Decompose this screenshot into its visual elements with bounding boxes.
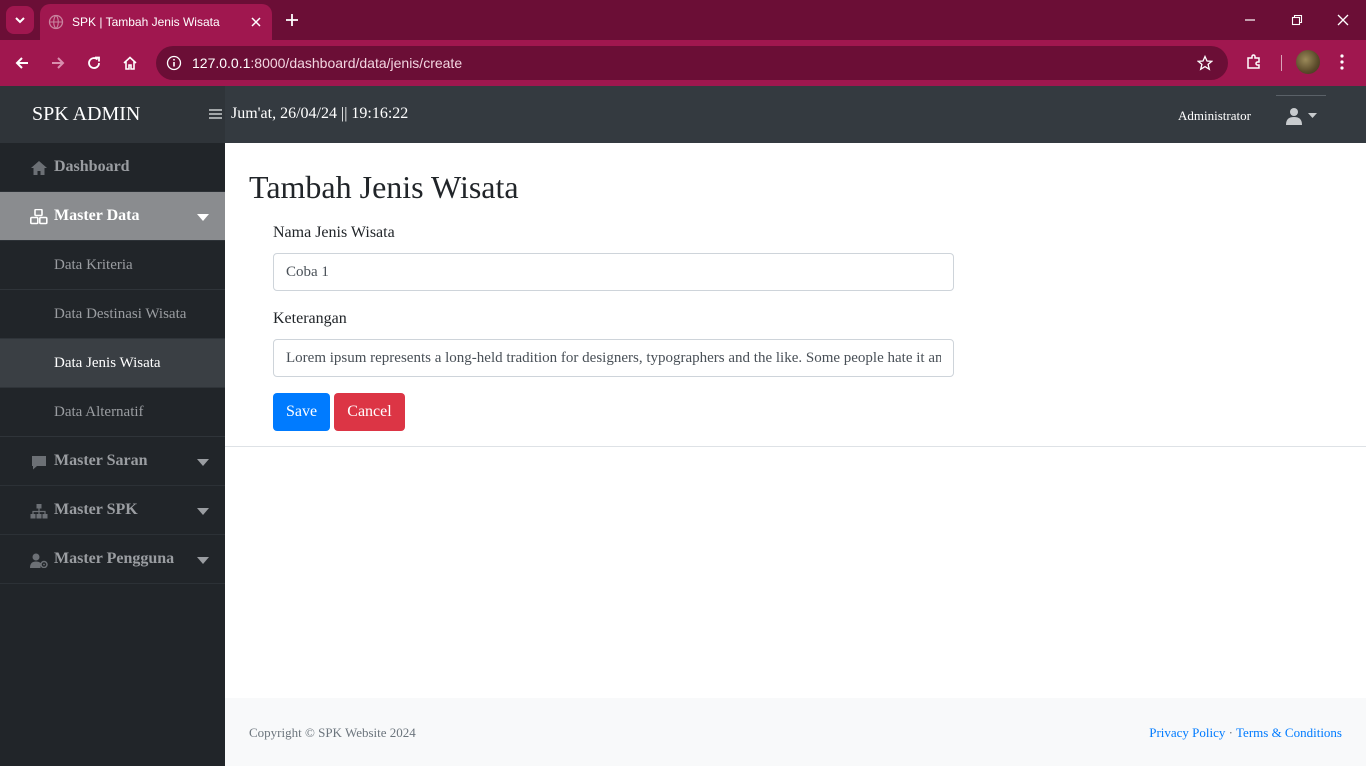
sidebar-item-label: Master Data (54, 207, 140, 224)
user-gear-icon (30, 551, 48, 569)
keterangan-input[interactable] (273, 339, 954, 377)
new-tab-plus-icon[interactable] (280, 8, 304, 32)
tab-close-icon[interactable] (246, 12, 266, 32)
home-icon[interactable] (116, 49, 144, 77)
brand-logo[interactable]: SPK ADMIN (0, 86, 225, 143)
chevron-down-icon (15, 17, 25, 24)
sidebar-item-label: Master Saran (54, 452, 148, 469)
site-info-icon[interactable] (164, 53, 184, 73)
caret-down-icon (196, 457, 210, 467)
minimize-icon[interactable] (1238, 8, 1262, 32)
footer-link-separator: · (1228, 725, 1233, 740)
tab-title: SPK | Tambah Jenis Wisata (72, 15, 220, 29)
extensions-puzzle-icon[interactable] (1242, 50, 1266, 74)
save-button[interactable]: Save (273, 393, 330, 431)
sidebar-item-master-saran[interactable]: Master Saran (0, 437, 225, 486)
home-icon (30, 159, 48, 177)
datetime-display: Jum'at, 26/04/24 || 19:16:22 (231, 105, 409, 122)
caret-down-icon (196, 506, 210, 516)
caret-down-icon (196, 555, 210, 565)
profile-avatar[interactable] (1296, 50, 1320, 74)
main-content: Tambah Jenis Wisata Nama Jenis Wisata Ke… (225, 143, 1366, 766)
navbar-username: Administrator (1178, 108, 1251, 123)
copyright-text: Copyright © SPK Website 2024 (249, 725, 416, 740)
sitemap-icon (30, 502, 48, 520)
footer-links: Privacy Policy · Terms & Conditions (1149, 725, 1342, 741)
comment-icon (30, 453, 48, 471)
url-host: 127.0.0.1 (192, 55, 251, 71)
browser-tab-strip: SPK | Tambah Jenis Wisata (0, 0, 1366, 40)
forward-arrow-icon[interactable] (44, 49, 72, 77)
caret-down-icon (196, 212, 210, 222)
url-text: 127.0.0.1:8000/dashboard/data/jenis/crea… (192, 55, 462, 71)
sidebar-item-label: Master Pengguna (54, 550, 175, 567)
sidebar-subitem-label: Data Kriteria (54, 256, 133, 273)
terms-conditions-link[interactable]: Terms & Conditions (1236, 725, 1342, 740)
toolbar-separator (1281, 55, 1282, 71)
sidebar-item-master-data[interactable]: Master Data (0, 192, 225, 241)
sidebar-subitem-label: Data Destinasi Wisata (54, 305, 187, 322)
cancel-button[interactable]: Cancel (334, 393, 405, 431)
sidebar-subitem-data-jenis-wisata[interactable]: Data Jenis Wisata (0, 339, 225, 388)
globe-favicon-icon (48, 14, 64, 30)
content-divider (225, 446, 1366, 447)
sidebar-subitem-label: Data Alternatif (54, 403, 144, 420)
footer: Copyright © SPK Website 2024 Privacy Pol… (225, 698, 1366, 766)
sidebar-subitem-data-kriteria[interactable]: Data Kriteria (0, 241, 225, 290)
address-bar[interactable]: 127.0.0.1:8000/dashboard/data/jenis/crea… (156, 46, 1228, 80)
sidebar-subitem-label: Data Jenis Wisata (54, 354, 161, 371)
sidebar-toggle-bars-icon[interactable] (207, 106, 223, 122)
close-window-icon[interactable] (1331, 8, 1355, 32)
sidebar: Dashboard Master Data Data Kriteria Data… (0, 143, 225, 766)
user-dropdown[interactable] (1276, 95, 1326, 135)
sidebar-item-master-pengguna[interactable]: Master Pengguna (0, 535, 225, 584)
url-path: :8000/dashboard/data/jenis/create (250, 55, 463, 71)
kebab-menu-icon[interactable] (1332, 50, 1352, 74)
user-icon (1285, 107, 1302, 125)
sidebar-item-label: Dashboard (54, 158, 130, 175)
sidebar-subitem-data-alternatif[interactable]: Data Alternatif (0, 388, 225, 437)
keterangan-field-label: Keterangan (273, 310, 347, 327)
back-arrow-icon[interactable] (8, 49, 36, 77)
restore-icon[interactable] (1285, 8, 1309, 32)
page-title: Tambah Jenis Wisata (249, 169, 519, 205)
browser-toolbar: 127.0.0.1:8000/dashboard/data/jenis/crea… (0, 40, 1366, 86)
cubes-icon (30, 208, 48, 226)
app-navbar: SPK ADMIN Jum'at, 26/04/24 || 19:16:22 A… (0, 86, 1366, 143)
bookmark-star-icon[interactable] (1194, 52, 1216, 74)
reload-icon[interactable] (80, 49, 108, 77)
caret-down-icon (1307, 112, 1317, 118)
name-field-label: Nama Jenis Wisata (273, 224, 395, 241)
tab-search-button[interactable] (6, 6, 34, 34)
sidebar-subitem-data-destinasi-wisata[interactable]: Data Destinasi Wisata (0, 290, 225, 339)
sidebar-item-master-spk[interactable]: Master SPK (0, 486, 225, 535)
sidebar-item-dashboard[interactable]: Dashboard (0, 143, 225, 192)
jenis-wisata-name-input[interactable] (273, 253, 954, 291)
privacy-policy-link[interactable]: Privacy Policy (1149, 725, 1225, 740)
sidebar-item-label: Master SPK (54, 501, 138, 518)
browser-tab-active[interactable]: SPK | Tambah Jenis Wisata (40, 4, 272, 40)
